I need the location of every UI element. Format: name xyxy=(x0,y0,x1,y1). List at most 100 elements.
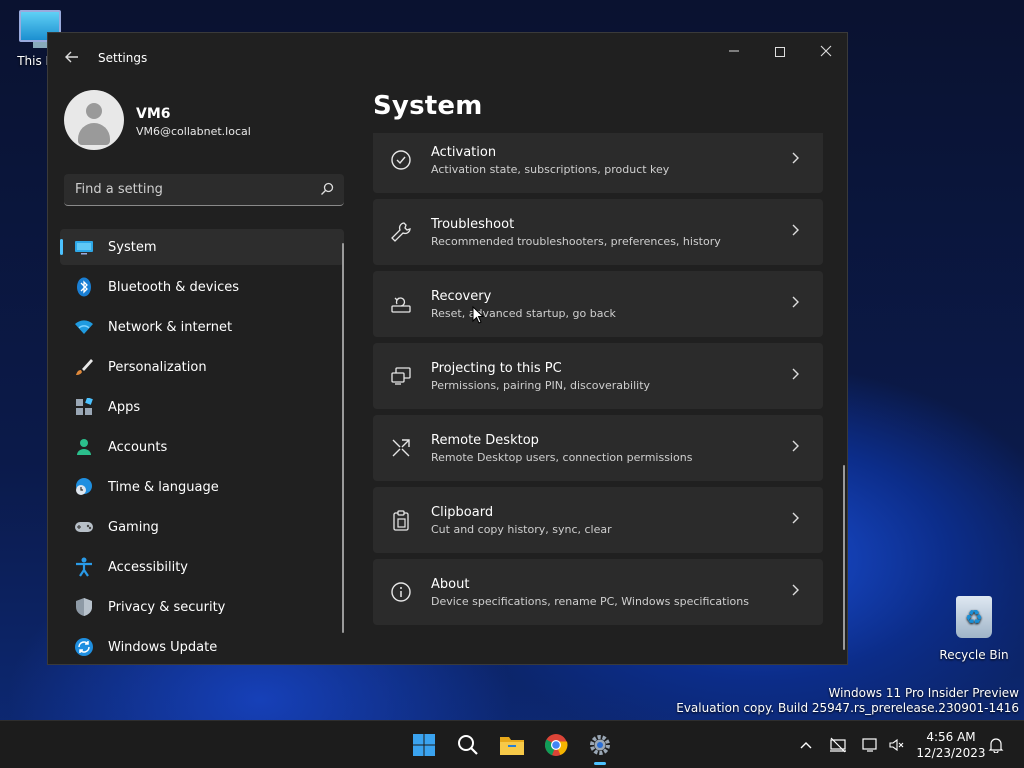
card-about[interactable]: About Device specifications, rename PC, … xyxy=(373,559,823,625)
title-bar[interactable]: Settings xyxy=(48,33,847,81)
maximize-icon xyxy=(775,47,785,57)
sidebar-item-windows-update[interactable]: Windows Update xyxy=(60,629,344,664)
sidebar-item-label: Apps xyxy=(108,399,141,415)
mouse-cursor-icon xyxy=(472,306,484,324)
display-tray-icon[interactable] xyxy=(860,735,880,755)
sidebar-item-system[interactable]: System xyxy=(60,229,344,265)
settings-window: Settings VM6 VM6@collabnet.local System xyxy=(47,32,848,665)
card-activation[interactable]: Activation Activation state, subscriptio… xyxy=(373,133,823,193)
wrench-icon xyxy=(389,220,413,244)
sidebar-item-personalization[interactable]: Personalization xyxy=(60,349,344,385)
search-box[interactable] xyxy=(64,174,344,206)
account-name: VM6 xyxy=(136,106,171,122)
sidebar-item-accessibility[interactable]: Accessibility xyxy=(60,549,344,585)
search-input[interactable] xyxy=(64,174,314,205)
minimize-icon xyxy=(729,50,739,52)
card-projecting[interactable]: Projecting to this PC Permissions, pairi… xyxy=(373,343,823,409)
search-icon[interactable] xyxy=(452,729,484,761)
back-arrow-icon[interactable] xyxy=(64,49,82,67)
wifi-icon xyxy=(74,317,94,337)
sidebar-item-network[interactable]: Network & internet xyxy=(60,309,344,345)
card-title: Troubleshoot xyxy=(431,216,515,232)
clock-date: 12/23/2023 xyxy=(916,746,986,760)
card-title: About xyxy=(431,576,470,592)
desktop-recycle-bin[interactable]: ♻ Recycle Bin xyxy=(934,596,1014,662)
chevron-right-icon xyxy=(791,368,803,384)
account-email: VM6@collabnet.local xyxy=(136,125,251,138)
avatar[interactable] xyxy=(64,90,124,150)
update-icon xyxy=(74,637,94,657)
card-subtitle: Cut and copy history, sync, clear xyxy=(431,522,612,536)
main-scrollbar[interactable] xyxy=(843,465,845,650)
settings-icon[interactable] xyxy=(584,729,616,765)
search-icon[interactable] xyxy=(320,182,334,196)
taskbar: 4:56 AM 12/23/2023 xyxy=(0,720,1024,768)
chevron-right-icon xyxy=(791,584,803,600)
sidebar-item-label: Windows Update xyxy=(108,639,218,655)
notification-bell-icon[interactable] xyxy=(986,735,1006,755)
card-recovery[interactable]: Recovery Reset, advanced startup, go bac… xyxy=(373,271,823,337)
taskbar-clock[interactable]: 4:56 AM 12/23/2023 xyxy=(912,729,990,761)
card-subtitle: Permissions, pairing PIN, discoverabilit… xyxy=(431,378,651,392)
sidebar-nav: System Bluetooth & devices Network & int… xyxy=(60,229,344,664)
sidebar-item-gaming[interactable]: Gaming xyxy=(60,509,344,545)
card-clipboard[interactable]: Clipboard Cut and copy history, sync, cl… xyxy=(373,487,823,553)
file-explorer-icon[interactable] xyxy=(496,729,528,761)
projecting-icon xyxy=(389,364,413,388)
close-icon xyxy=(820,45,832,57)
start-icon[interactable] xyxy=(408,729,440,761)
sidebar-item-label: Bluetooth & devices xyxy=(108,279,239,295)
sidebar-item-label: Accounts xyxy=(108,439,168,455)
bluetooth-icon xyxy=(74,277,94,297)
brush-icon xyxy=(74,357,94,377)
card-subtitle: Reset, advanced startup, go back xyxy=(431,306,616,320)
sidebar-item-apps[interactable]: Apps xyxy=(60,389,344,425)
volume-muted-icon[interactable] xyxy=(886,735,906,755)
chrome-icon[interactable] xyxy=(540,729,572,761)
globe-clock-icon xyxy=(74,477,94,497)
recycle-bin-icon: ♻ xyxy=(956,596,992,638)
minimize-button[interactable] xyxy=(711,39,757,67)
sidebar-item-privacy[interactable]: Privacy & security xyxy=(60,589,344,625)
card-title: Clipboard xyxy=(431,504,494,520)
card-subtitle: Device specifications, rename PC, Window… xyxy=(431,594,749,608)
sidebar-item-label: Time & language xyxy=(108,479,219,495)
sidebar-item-label: Gaming xyxy=(108,519,159,535)
chevron-right-icon xyxy=(791,440,803,456)
page-title: System xyxy=(373,91,483,121)
sidebar-item-label: System xyxy=(108,239,157,255)
info-icon xyxy=(389,580,413,604)
card-title: Projecting to this PC xyxy=(431,360,562,376)
sidebar-item-bluetooth[interactable]: Bluetooth & devices xyxy=(60,269,344,305)
gamepad-icon xyxy=(74,517,94,537)
maximize-button[interactable] xyxy=(757,39,803,67)
clipboard-icon xyxy=(389,508,413,532)
sidebar-item-label: Network & internet xyxy=(108,319,233,335)
watermark-line-2: Evaluation copy. Build 25947.rs_prerelea… xyxy=(676,701,1019,715)
card-subtitle: Remote Desktop users, connection permiss… xyxy=(431,450,693,464)
sidebar-item-accounts[interactable]: Accounts xyxy=(60,429,344,465)
sidebar-scrollbar[interactable] xyxy=(342,243,344,633)
remote-desktop-icon xyxy=(389,436,413,460)
close-button[interactable] xyxy=(803,39,847,67)
sidebar-item-label: Privacy & security xyxy=(108,599,226,615)
chevron-right-icon xyxy=(791,224,803,240)
system-icon xyxy=(74,237,94,257)
card-subtitle: Recommended troubleshooters, preferences… xyxy=(431,234,721,248)
chevron-right-icon xyxy=(791,512,803,528)
check-circle-icon xyxy=(389,148,413,172)
card-troubleshoot[interactable]: Troubleshoot Recommended troubleshooters… xyxy=(373,199,823,265)
card-title: Activation xyxy=(431,144,497,160)
chevron-up-icon[interactable] xyxy=(796,735,816,755)
sidebar-item-label: Personalization xyxy=(108,359,207,375)
card-title: Recovery xyxy=(431,288,492,304)
network-tray-icon[interactable] xyxy=(828,735,848,755)
settings-card-list: Activation Activation state, subscriptio… xyxy=(373,133,823,633)
watermark-line-1: Windows 11 Pro Insider Preview xyxy=(828,686,1019,700)
chevron-right-icon xyxy=(791,152,803,168)
sidebar-item-time-language[interactable]: Time & language xyxy=(60,469,344,505)
card-remote-desktop[interactable]: Remote Desktop Remote Desktop users, con… xyxy=(373,415,823,481)
window-title: Settings xyxy=(98,51,148,65)
recovery-icon xyxy=(389,292,413,316)
shield-icon xyxy=(74,597,94,617)
